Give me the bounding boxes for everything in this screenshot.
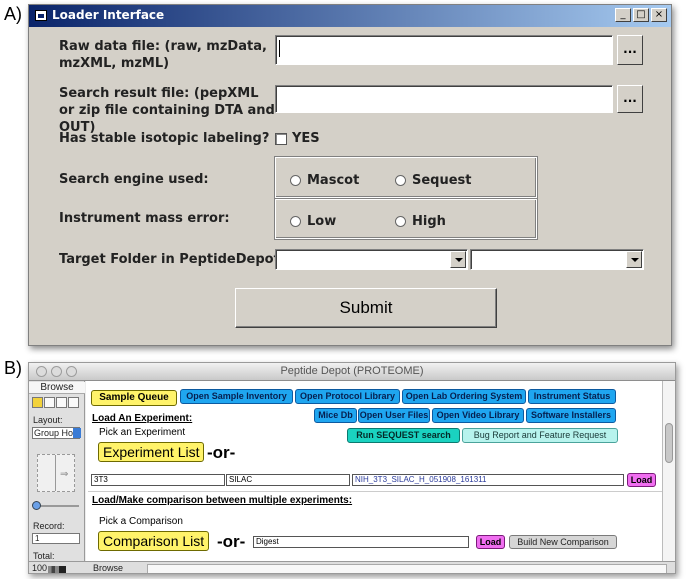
zoom-icon[interactable] <box>48 566 66 573</box>
open-user-files-button[interactable]: Open User Files <box>358 408 430 423</box>
or-text: -or- <box>217 532 246 551</box>
load-experiment-heading: Load An Experiment: <box>92 413 193 424</box>
chevron-down-icon[interactable] <box>450 251 466 268</box>
raw-data-file-input[interactable] <box>275 35 613 65</box>
text-caret <box>279 40 280 57</box>
target-folder-select-2[interactable] <box>470 249 644 270</box>
pick-experiment-label: Pick an Experiment <box>99 427 186 438</box>
chevron-down-icon[interactable] <box>626 251 642 268</box>
search-result-file-label: Search result file: (pepXML or zip file … <box>59 86 275 135</box>
minimize-button[interactable]: _ <box>615 8 631 22</box>
browse-mode-tab[interactable]: Browse <box>29 382 85 394</box>
low-radio[interactable] <box>290 216 301 227</box>
sequest-label: Sequest <box>412 173 472 188</box>
section-divider <box>88 491 663 492</box>
cell-line-field[interactable]: 3T3 <box>91 474 225 486</box>
horizontal-scrollbar[interactable] <box>147 564 667 573</box>
loader-title-bar: Loader Interface _ □ × <box>29 5 671 27</box>
filemaker-title-bar: Peptide Depot (PROTEOME) <box>29 363 675 381</box>
slider-thumb-icon[interactable] <box>32 501 41 510</box>
open-protocol-library-button[interactable]: Open Protocol Library <box>295 389 400 404</box>
run-sequest-button[interactable]: Run SEQUEST search <box>347 428 460 443</box>
pencil-icon[interactable] <box>32 397 43 408</box>
search-result-browse-button[interactable]: ... <box>617 85 643 113</box>
layout-label: Layout: <box>33 415 63 425</box>
load-comparison-button[interactable]: Load <box>476 535 505 549</box>
loader-window: Loader Interface _ □ × Raw data file: (r… <box>28 4 672 346</box>
load-experiment-button[interactable]: Load <box>627 473 656 487</box>
isotopic-labeling-label: Has stable isotopic labeling? <box>59 131 270 146</box>
bug-report-button[interactable]: Bug Report and Feature Request <box>462 428 618 443</box>
high-radio[interactable] <box>395 216 406 227</box>
panel-label-a: A) <box>4 4 22 24</box>
mass-error-label: Instrument mass error: <box>59 211 230 226</box>
instrument-status-button[interactable]: Instrument Status <box>528 389 616 404</box>
build-new-comparison-button[interactable]: Build New Comparison <box>509 535 617 549</box>
raw-data-browse-button[interactable]: ... <box>617 35 643 65</box>
mascot-radio[interactable] <box>290 175 301 186</box>
software-installers-button[interactable]: Software Installers <box>526 408 616 423</box>
experiment-list-button[interactable]: Experiment List <box>98 442 205 462</box>
zoom-level[interactable]: 100 <box>32 563 47 573</box>
target-folder-label: Target Folder in PeptideDepot: <box>59 252 285 267</box>
mode-icons <box>32 397 82 408</box>
book-icon[interactable]: ⇒ <box>37 454 75 492</box>
sample-queue-button[interactable]: Sample Queue <box>91 390 177 406</box>
low-label: Low <box>307 214 337 229</box>
target-folder-select-1[interactable] <box>275 249 468 270</box>
loader-title: Loader Interface <box>52 8 165 22</box>
isotopic-labeling-checkbox[interactable] <box>275 133 287 145</box>
filemaker-window: Peptide Depot (PROTEOME) Browse Layout: … <box>28 362 676 574</box>
close-button[interactable]: × <box>651 8 667 22</box>
experiment-name-field[interactable]: NIH_3T3_SILAC_H_051908_161311 <box>352 474 624 486</box>
sort-icon[interactable] <box>56 397 67 408</box>
find-icon[interactable] <box>44 397 55 408</box>
isotopic-labeling-yes-label: YES <box>292 131 320 146</box>
vertical-scrollbar[interactable] <box>662 381 675 561</box>
filemaker-title: Peptide Depot (PROTEOME) <box>280 365 424 377</box>
label-type-field[interactable]: SILAC <box>226 474 350 486</box>
comparison-list-button[interactable]: Comparison List <box>98 531 210 551</box>
layout-content: Sample Queue Open Sample Inventory Open … <box>86 381 664 561</box>
high-label: High <box>412 214 446 229</box>
submit-button[interactable]: Submit <box>235 288 497 328</box>
mice-db-button[interactable]: Mice Db <box>314 408 357 423</box>
search-result-file-input[interactable] <box>275 85 613 113</box>
sequest-radio[interactable] <box>395 175 406 186</box>
status-area: Browse Layout: Group Ho ⇒ Record: 1 Tota… <box>29 381 85 573</box>
mode-label: Browse <box>93 563 124 573</box>
layout-arrow-icon[interactable] <box>73 428 81 438</box>
bottom-bar: 100 Browse <box>29 561 675 573</box>
scrollbar-thumb[interactable] <box>665 423 673 463</box>
open-video-library-button[interactable]: Open Video Library <box>432 408 524 423</box>
record-slider[interactable] <box>35 505 79 507</box>
record-field[interactable]: 1 <box>32 533 80 544</box>
maximize-button[interactable]: □ <box>633 8 649 22</box>
open-lab-ordering-button[interactable]: Open Lab Ordering System <box>402 389 526 404</box>
comparison-heading: Load/Make comparison between multiple ex… <box>92 495 353 506</box>
search-engine-label: Search engine used: <box>59 172 209 187</box>
pick-comparison-label: Pick a Comparison <box>99 516 183 527</box>
record-label: Record: <box>33 521 65 531</box>
window-app-icon <box>35 10 47 21</box>
or-text: -or- <box>207 443 236 462</box>
preview-icon[interactable] <box>68 397 79 408</box>
comparison-field[interactable]: Digest <box>253 536 469 548</box>
mascot-label: Mascot <box>307 173 360 188</box>
raw-data-file-label: Raw data file: (raw, mzData, mzXML, mzML… <box>59 39 267 71</box>
open-sample-inventory-button[interactable]: Open Sample Inventory <box>180 389 293 404</box>
panel-label-b: B) <box>4 358 22 378</box>
